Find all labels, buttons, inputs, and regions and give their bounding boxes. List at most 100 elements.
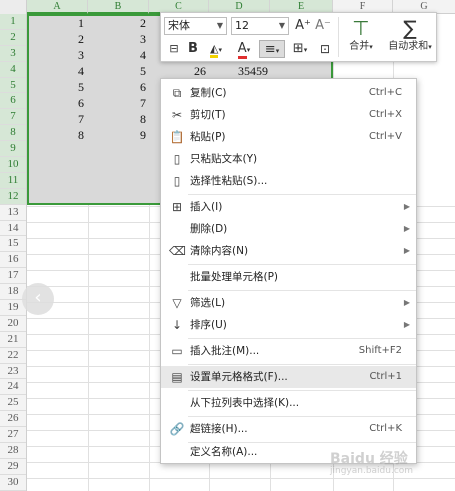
font-size-select[interactable]: 12 ▼: [231, 17, 289, 35]
cell-b4[interactable]: 5: [89, 63, 146, 79]
row-header[interactable]: 17: [0, 268, 26, 285]
menu-item-filter[interactable]: ▽ 筛选(L) ▶: [161, 292, 416, 314]
grow-font-button[interactable]: A⁺: [293, 17, 313, 35]
menu-item-paste-special[interactable]: ▯ 选择性粘贴(S)...: [161, 170, 416, 192]
merge-button[interactable]: ⊤ 合并▾: [339, 16, 383, 60]
row-header[interactable]: 5: [0, 77, 26, 94]
row-header[interactable]: 15: [0, 236, 26, 253]
scroll-left-button[interactable]: ‹: [22, 283, 54, 315]
watermark-sub: jingyan.baidu.com: [330, 466, 414, 476]
cell-b7[interactable]: 8: [89, 111, 146, 127]
chevron-down-icon: ▼: [216, 21, 223, 30]
menu-item-batch[interactable]: 批量处理单元格(P): [161, 266, 416, 288]
menu-label: 复制(C): [190, 87, 227, 99]
cell-b1[interactable]: 2: [89, 15, 146, 31]
column-header-a[interactable]: A: [27, 0, 88, 14]
row-header[interactable]: 24: [0, 379, 26, 396]
menu-item-insert-comment[interactable]: ▭ 插入批注(M)... Shift+F2: [161, 340, 416, 362]
menu-item-paste[interactable]: 📋 粘贴(P) Ctrl+V: [161, 126, 416, 148]
menu-item-paste-text[interactable]: ▯ 只粘贴文本(Y): [161, 148, 416, 170]
menu-separator: [188, 264, 416, 265]
row-header[interactable]: 11: [0, 172, 26, 189]
menu-item-delete[interactable]: 删除(D) ▶: [161, 218, 416, 240]
row-header[interactable]: 6: [0, 93, 26, 110]
menu-item-pick-from-list[interactable]: 从下拉列表中选择(K)...: [161, 392, 416, 414]
cell-a6[interactable]: 6: [28, 95, 84, 111]
row-header[interactable]: 12: [0, 188, 26, 205]
row-header[interactable]: 4: [0, 61, 26, 78]
cell-a2[interactable]: 2: [28, 31, 84, 47]
row-header[interactable]: 25: [0, 395, 26, 412]
cell-a1[interactable]: 1: [28, 15, 84, 31]
row-header[interactable]: 22: [0, 348, 26, 364]
row-header[interactable]: 10: [0, 157, 26, 173]
bold-button[interactable]: B: [183, 40, 203, 58]
row-header[interactable]: 2: [0, 29, 26, 46]
menu-label: 清除内容(N): [190, 245, 249, 257]
row-header[interactable]: 23: [0, 364, 26, 380]
menu-item-cut[interactable]: ✂ 剪切(T) Ctrl+X: [161, 104, 416, 126]
font-color-button[interactable]: A▾: [231, 40, 257, 59]
cell-a8[interactable]: 8: [28, 127, 84, 143]
border-button[interactable]: ⊞▾: [287, 40, 313, 58]
align-button[interactable]: ≡▾: [259, 40, 285, 58]
fill-color-button[interactable]: ◭▾: [203, 40, 229, 58]
cell-a4[interactable]: 4: [28, 63, 84, 79]
menu-shortcut: Shift+F2: [358, 345, 402, 356]
cell-b8[interactable]: 9: [89, 127, 146, 143]
menu-label: 排序(U): [190, 319, 227, 331]
chevron-right-icon: ▶: [403, 224, 410, 233]
scissors-icon: ✂: [171, 108, 183, 122]
row-header[interactable]: 9: [0, 141, 26, 158]
cell-d4[interactable]: 35459: [212, 63, 268, 79]
column-header-b[interactable]: B: [88, 0, 149, 14]
eraser-icon: ⌫: [169, 244, 186, 258]
paste-special-icon: ▯: [173, 174, 181, 188]
row-header[interactable]: 21: [0, 332, 26, 348]
font-color-icon: A: [237, 41, 247, 59]
cell-b2[interactable]: 3: [89, 31, 146, 47]
row-header[interactable]: 27: [0, 427, 26, 444]
insert-cells-icon[interactable]: ⊡: [315, 40, 335, 58]
menu-shortcut: Ctrl+C: [368, 87, 402, 98]
cell-a5[interactable]: 5: [28, 79, 84, 95]
row-header[interactable]: 20: [0, 316, 26, 332]
row-header[interactable]: 28: [0, 443, 26, 459]
cell-c4[interactable]: 26: [160, 63, 206, 79]
cell-b3[interactable]: 4: [89, 47, 146, 63]
watermark-main: Baidu 经验: [330, 451, 408, 467]
menu-shortcut: Ctrl+X: [368, 109, 402, 120]
select-all-corner[interactable]: [0, 0, 27, 14]
menu-item-format-cells[interactable]: ▤ 设置单元格格式(F)... Ctrl+1: [161, 366, 416, 388]
row-header[interactable]: 26: [0, 411, 26, 428]
menu-shortcut: Ctrl+K: [369, 423, 402, 434]
cell-b6[interactable]: 7: [89, 95, 146, 111]
row-header[interactable]: 3: [0, 45, 26, 62]
row-header[interactable]: 14: [0, 221, 26, 237]
context-menu: ⧉ 复制(C) Ctrl+C ✂ 剪切(T) Ctrl+X 📋 粘贴(P) Ct…: [160, 78, 417, 464]
row-header[interactable]: 13: [0, 205, 26, 221]
menu-item-hyperlink[interactable]: 🔗 超链接(H)... Ctrl+K: [161, 418, 416, 440]
shrink-font-button[interactable]: A⁻: [313, 17, 333, 35]
menu-item-clear[interactable]: ⌫ 清除内容(N) ▶: [161, 240, 416, 262]
font-name-select[interactable]: 宋体 ▼: [164, 17, 227, 35]
row-header[interactable]: 8: [0, 125, 26, 142]
format-painter-icon[interactable]: ⊟: [164, 40, 184, 58]
autosum-button[interactable]: ∑ 自动求和▾: [385, 16, 435, 60]
cell-a3[interactable]: 3: [28, 47, 84, 63]
merge-cells-icon: ⊤: [352, 16, 370, 40]
row-header[interactable]: 16: [0, 252, 26, 269]
row-header[interactable]: 7: [0, 109, 26, 126]
row-header[interactable]: 30: [0, 475, 26, 491]
mini-format-toolbar: 宋体 ▼ 12 ▼ A⁺ A⁻ ⊟ B ◭▾ A▾ ≡▾ ⊞▾ ⊡ ⊤ 合并▾ …: [160, 12, 437, 62]
row-header[interactable]: 1: [0, 14, 26, 30]
cell-a7[interactable]: 7: [28, 111, 84, 127]
menu-item-insert[interactable]: ⊞ 插入(I) ▶: [161, 196, 416, 218]
font-size-value: 12: [235, 19, 249, 32]
menu-label: 插入批注(M)...: [190, 345, 260, 357]
row-header[interactable]: 29: [0, 459, 26, 475]
menu-item-sort[interactable]: ↓ 排序(U) ▶: [161, 314, 416, 336]
menu-label: 删除(D): [190, 223, 228, 235]
menu-item-copy[interactable]: ⧉ 复制(C) Ctrl+C: [161, 82, 416, 104]
cell-b5[interactable]: 6: [89, 79, 146, 95]
